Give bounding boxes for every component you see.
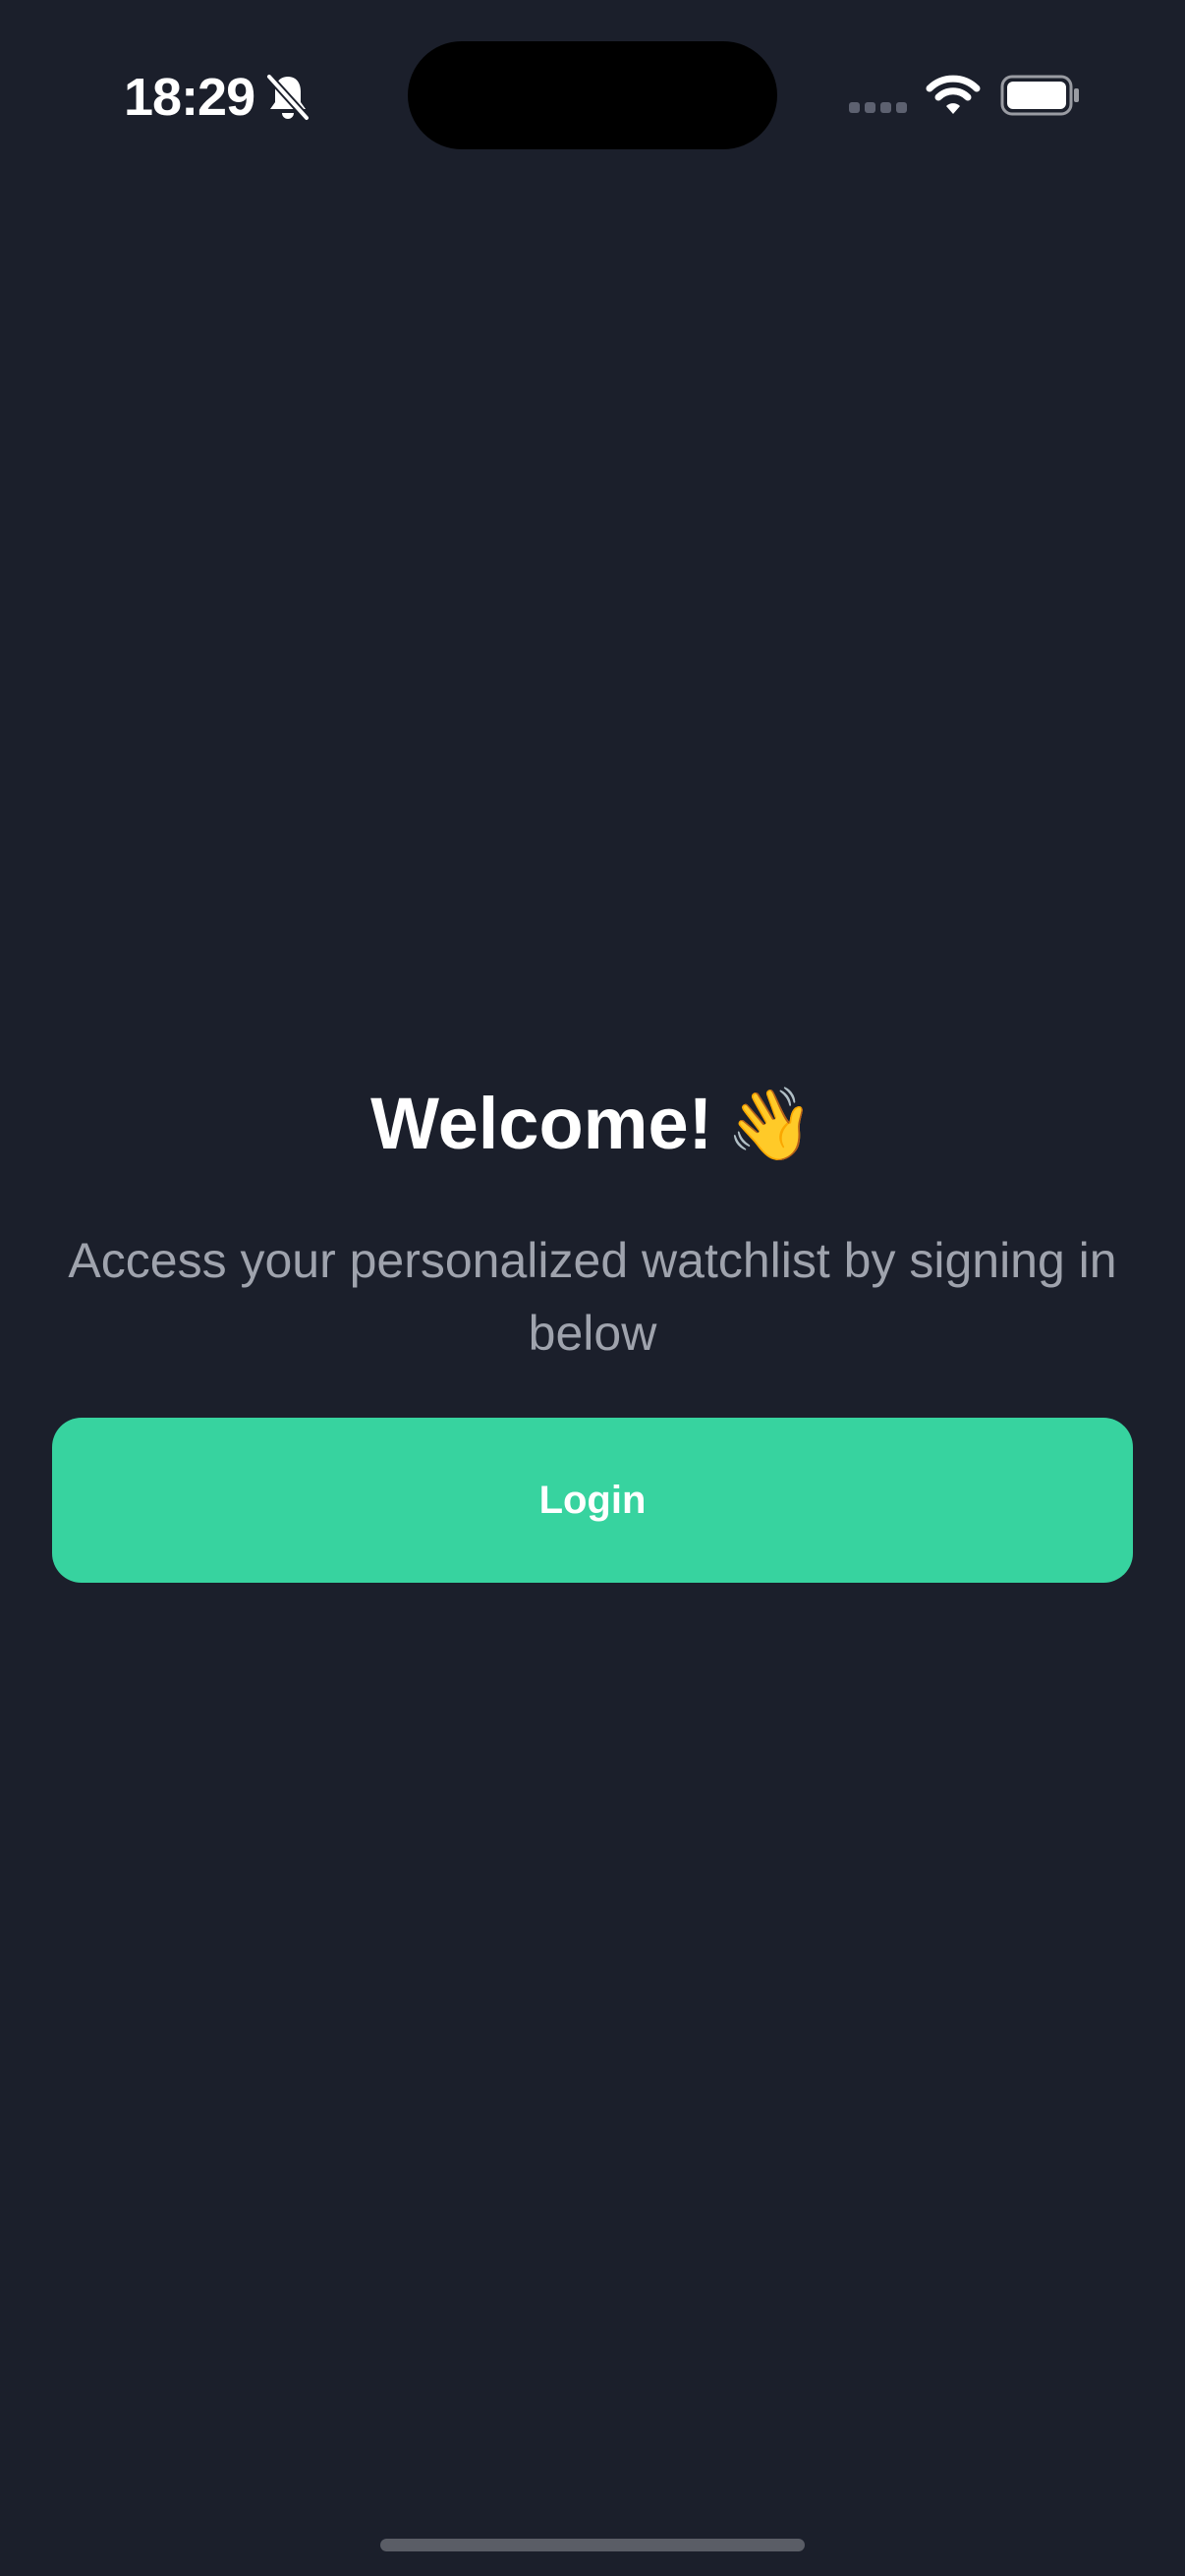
battery-icon	[1000, 75, 1079, 116]
signal-icon	[849, 102, 908, 116]
wifi-icon	[926, 75, 981, 114]
waving-hand-icon: 👋	[726, 1086, 815, 1164]
welcome-subtitle: Access your personalized watchlist by si…	[68, 1233, 1117, 1361]
bell-off-icon	[266, 74, 310, 121]
welcome-title: Welcome! 👋	[0, 1075, 1185, 1174]
home-indicator[interactable]	[380, 2539, 805, 2551]
dynamic-island	[408, 41, 777, 149]
status-bar-time: 18:29	[124, 68, 255, 127]
login-button[interactable]: Login	[52, 1418, 1133, 1583]
welcome-title-text: Welcome!	[370, 1083, 713, 1164]
